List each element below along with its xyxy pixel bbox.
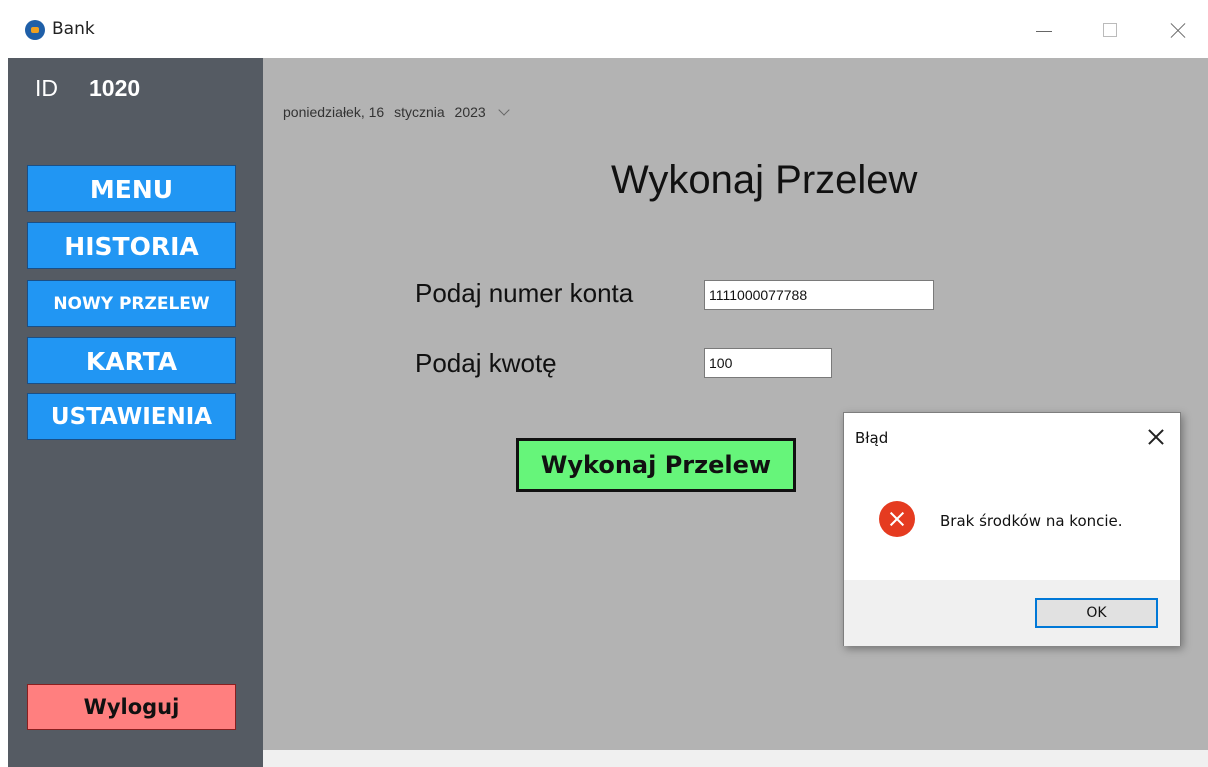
dialog-footer: OK (844, 580, 1180, 646)
ok-button[interactable]: OK (1035, 598, 1158, 628)
window-title: Bank (52, 19, 95, 39)
error-icon (879, 501, 915, 537)
page-title: Wykonaj Przelew (611, 158, 918, 202)
close-icon[interactable] (1144, 425, 1168, 449)
date-weekday-day: poniedziałek, 16 (283, 104, 385, 120)
user-id-label: ID (35, 75, 58, 101)
date-picker[interactable]: poniedziałek, 16 stycznia 2023 (283, 100, 514, 124)
amount-label: Podaj kwotę (415, 348, 557, 378)
settings-button[interactable]: USTAWIENIA (27, 393, 236, 440)
amount-input[interactable]: 100 (704, 348, 832, 378)
maximize-button[interactable] (1087, 10, 1133, 50)
menu-button[interactable]: MENU (27, 165, 236, 212)
error-dialog: Błąd Brak środków na koncie. OK (843, 412, 1181, 646)
user-id-value: 1020 (89, 75, 141, 101)
date-year: 2023 (454, 104, 486, 120)
chevron-down-icon[interactable] (497, 104, 510, 116)
sidebar: ID 1020 MENU HISTORIA NOWY PRZELEW KARTA… (8, 58, 263, 767)
minimize-button[interactable] (1020, 10, 1066, 50)
dialog-message: Brak środków na koncie. (940, 512, 1123, 530)
dialog-title: Błąd (855, 429, 889, 447)
account-number-input[interactable]: 1111000077788 (704, 280, 934, 310)
close-window-button[interactable] (1154, 10, 1200, 50)
transfer-panel: poniedziałek, 16 stycznia 2023 Wykonaj P… (263, 58, 1208, 750)
new-transfer-button[interactable]: NOWY PRZELEW (27, 280, 236, 327)
history-button[interactable]: HISTORIA (27, 222, 236, 269)
date-month: stycznia (394, 104, 445, 120)
bank-app-icon (25, 20, 45, 40)
logout-button[interactable]: Wyloguj (27, 684, 236, 730)
execute-transfer-button[interactable]: Wykonaj Przelew (516, 438, 796, 492)
bottom-strip (263, 750, 1208, 767)
card-button[interactable]: KARTA (27, 337, 236, 384)
window-titlebar: Bank (0, 0, 1208, 58)
account-number-label: Podaj numer konta (415, 278, 634, 308)
